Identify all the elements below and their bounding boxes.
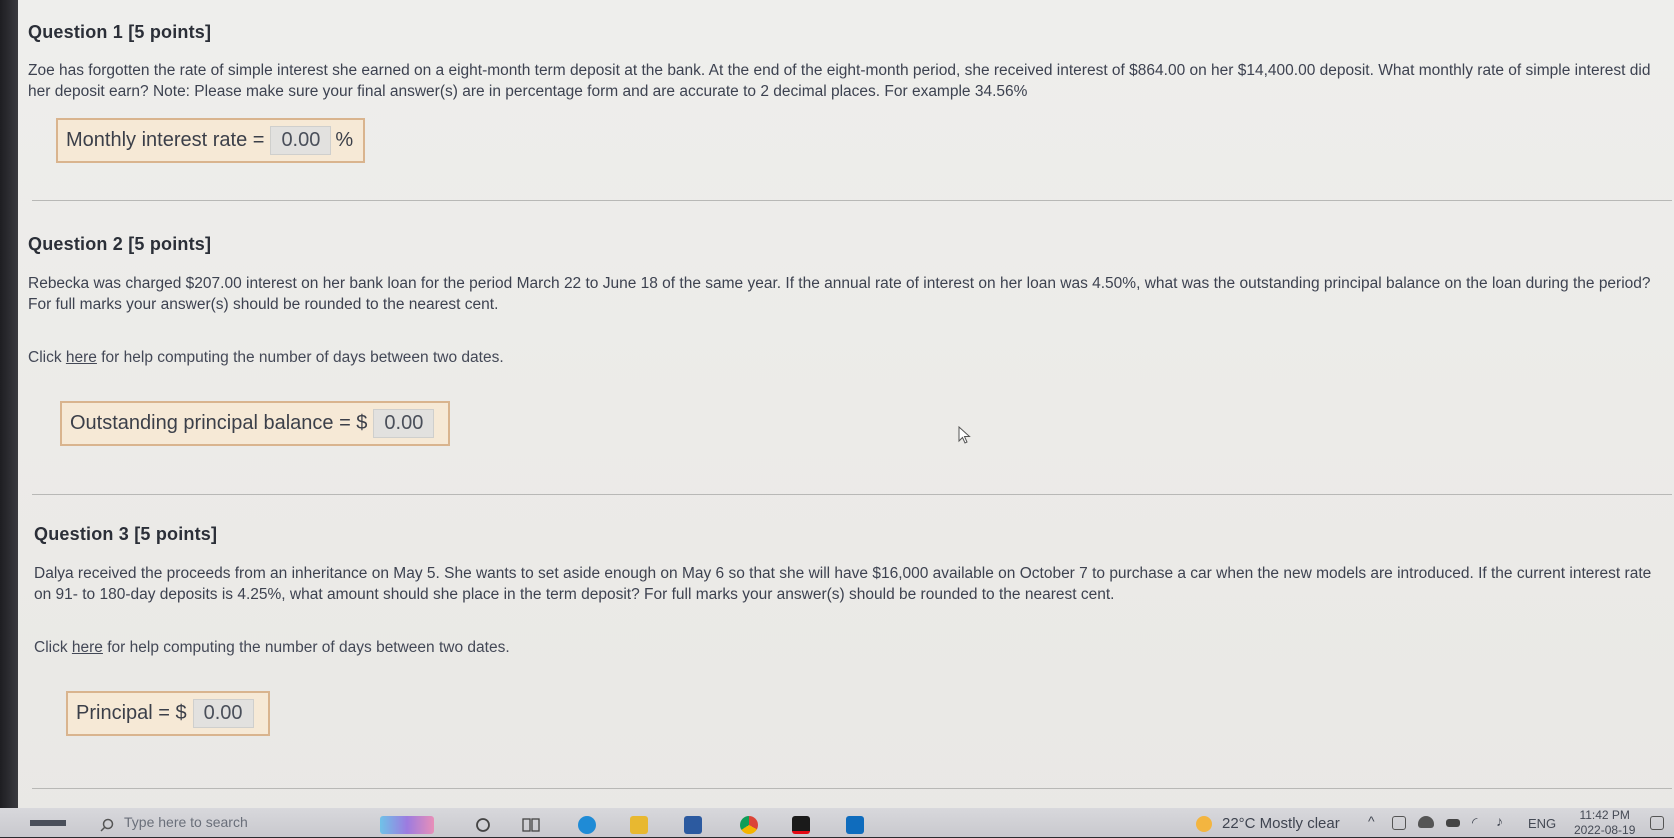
language-indicator[interactable]: ENG [1528,816,1556,831]
widget-icon[interactable] [380,816,434,834]
notification-icon[interactable] [1650,816,1664,830]
divider-2 [32,494,1672,495]
cortana-icon[interactable] [475,817,491,833]
chrome-icon[interactable] [740,816,758,834]
question-3-answer-input[interactable]: 0.00 [192,699,254,728]
question-3-answer-label: Principal = $ [76,702,187,724]
outlook-icon[interactable] [846,816,864,834]
chevron-up-icon[interactable]: ^ [1368,813,1375,829]
tray-app-icon[interactable] [1392,816,1406,830]
question-2: Question 2 [5 points] Rebecka was charge… [28,234,1668,446]
question-2-answer-box: Outstanding principal balance = $ 0.00 [60,401,451,446]
divider-1 [32,200,1672,201]
volume-icon[interactable]: ♪ [1496,813,1503,829]
question-3-help-prefix: Click [34,639,68,656]
question-1-body: Zoe has forgotten the rate of simple int… [28,62,1651,100]
question-3-help-link[interactable]: here [72,639,103,656]
question-1-title: Question 1 [5 points] [28,22,212,42]
windows-taskbar: Type here to search 22°C Mostly clear ^ … [0,808,1674,837]
question-2-help-suffix: for help computing the number of days be… [101,349,504,366]
left-bezel [0,0,18,837]
clock[interactable]: 11:42 PM 2022-08-19 [1574,808,1635,838]
battery-icon[interactable] [1446,819,1460,827]
question-3-help: Click here for help computing the number… [28,639,1668,657]
search-icon [100,818,114,832]
question-2-answer-label: Outstanding principal balance = $ [70,412,368,434]
mouse-cursor-icon [958,426,971,444]
wifi-icon[interactable]: ◜ [1472,814,1477,831]
edge-browser-icon[interactable] [578,816,596,834]
weather-status[interactable]: 22°C Mostly clear [1222,815,1340,832]
clock-date: 2022-08-19 [1574,823,1636,837]
question-3: Question 3 [5 points] Dalya received the… [28,524,1668,736]
question-3-answer-box: Principal = $ 0.00 [66,691,270,736]
question-2-body: Rebecka was charged $207.00 interest on … [28,275,1651,313]
file-explorer-icon[interactable] [630,816,648,834]
question-2-help-prefix: Click [28,349,62,366]
divider-3 [32,788,1672,789]
weather-moon-icon [1196,816,1212,832]
question-1-answer-input[interactable]: 0.00 [270,126,332,155]
taskbar-search-input[interactable]: Type here to search [124,814,248,830]
clock-time: 11:42 PM [1579,808,1630,822]
task-view-icon[interactable] [522,817,540,833]
question-3-help-suffix: for help computing the number of days be… [107,639,510,656]
question-2-help-link[interactable]: here [66,349,97,366]
question-2-answer-input[interactable]: 0.00 [373,409,435,438]
question-2-title: Question 2 [5 points] [28,234,212,254]
start-button[interactable] [30,820,66,826]
question-1: Question 1 [5 points] Zoe has forgotten … [28,22,1668,163]
question-3-title: Question 3 [5 points] [34,524,218,544]
store-icon[interactable] [684,816,702,834]
quiz-page: Question 1 [5 points] Zoe has forgotten … [18,0,1674,837]
question-1-answer-box: Monthly interest rate = 0.00 % [56,118,366,163]
onedrive-icon[interactable] [1418,816,1434,828]
netflix-icon[interactable] [792,816,810,834]
question-2-help: Click here for help computing the number… [28,349,1668,367]
question-1-answer-label: Monthly interest rate = [66,129,265,151]
question-1-answer-suffix: % [335,129,354,151]
question-3-body: Dalya received the proceeds from an inhe… [34,565,1652,603]
